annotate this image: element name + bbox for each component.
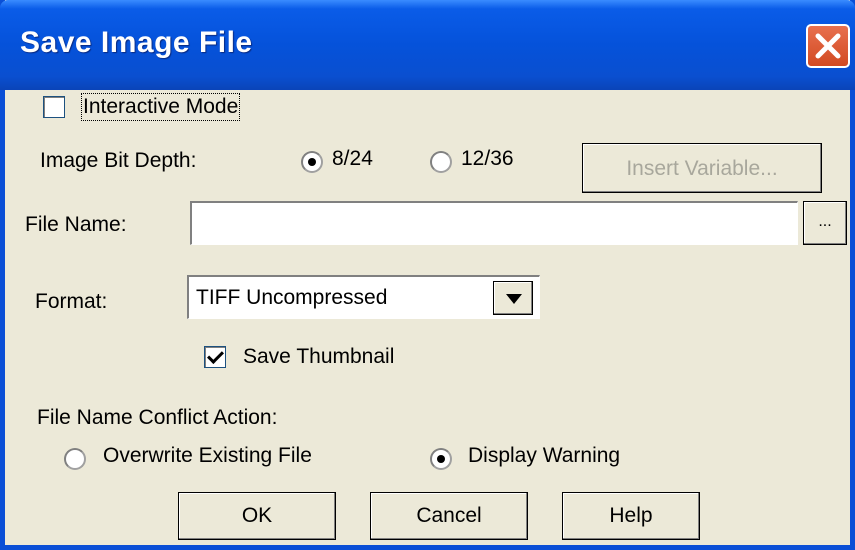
save-thumbnail-label[interactable]: Save Thumbnail <box>243 345 394 369</box>
browse-button[interactable]: ... <box>803 201 847 245</box>
bit-depth-12-36-radio[interactable] <box>430 151 452 173</box>
bit-depth-12-36-label[interactable]: 12/36 <box>461 147 514 171</box>
cancel-button[interactable]: Cancel <box>370 492 528 540</box>
display-warning-radio[interactable] <box>430 448 452 470</box>
format-selected-value: TIFF Uncompressed <box>196 286 388 309</box>
chevron-down-icon <box>506 294 522 304</box>
interactive-mode-label[interactable]: Interactive Mode <box>80 93 241 121</box>
bit-depth-8-24-radio[interactable] <box>301 151 323 173</box>
overwrite-existing-file-label[interactable]: Overwrite Existing File <box>103 444 312 468</box>
image-bit-depth-label: Image Bit Depth: <box>40 149 197 172</box>
close-button[interactable] <box>806 24 850 68</box>
format-dropdown-button[interactable] <box>493 281 533 315</box>
interactive-mode-checkbox[interactable] <box>43 96 65 118</box>
file-name-input[interactable] <box>190 201 798 245</box>
format-select[interactable]: TIFF Uncompressed <box>187 275 540 319</box>
ok-button[interactable]: OK <box>178 492 336 540</box>
file-name-label: File Name: <box>25 213 127 236</box>
display-warning-label[interactable]: Display Warning <box>468 444 620 468</box>
save-thumbnail-checkbox[interactable] <box>204 346 226 368</box>
overwrite-existing-file-radio[interactable] <box>64 448 86 470</box>
help-button[interactable]: Help <box>562 492 700 540</box>
close-icon <box>815 33 841 59</box>
format-label: Format: <box>35 290 108 313</box>
dialog-title: Save Image File <box>20 26 253 59</box>
conflict-action-label: File Name Conflict Action: <box>37 406 278 429</box>
bit-depth-8-24-label[interactable]: 8/24 <box>332 147 373 171</box>
insert-variable-button[interactable]: Insert Variable... <box>582 143 822 193</box>
title-bar[interactable]: Save Image File <box>0 0 855 90</box>
